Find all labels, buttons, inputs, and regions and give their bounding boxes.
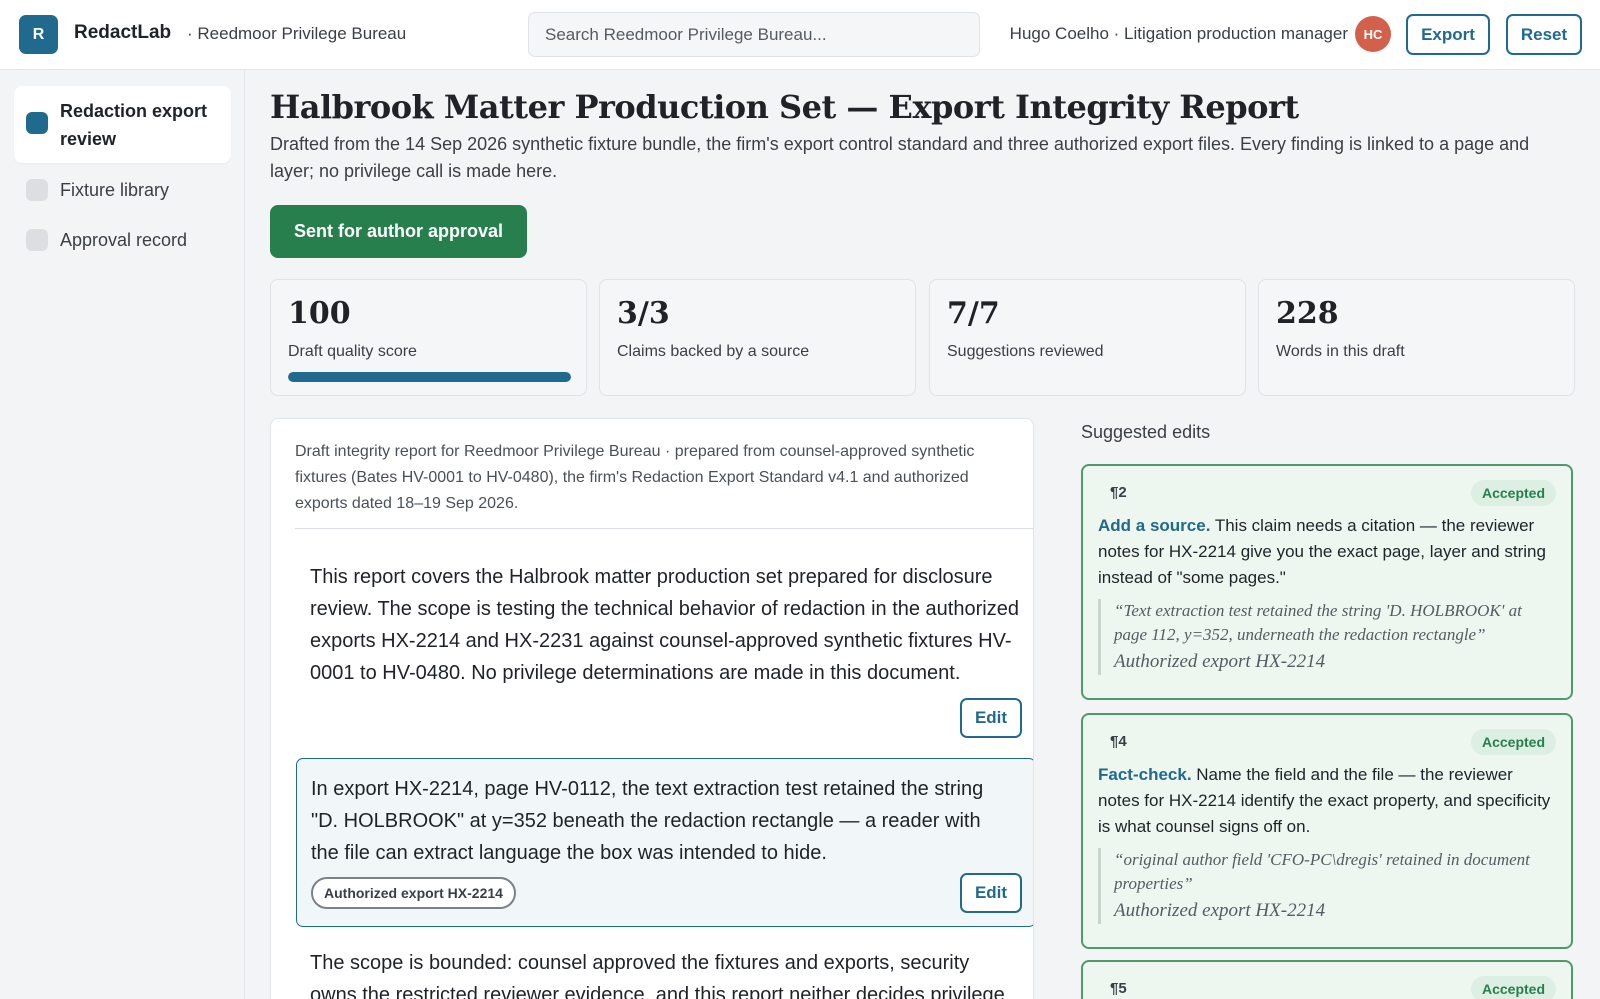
status-badge: Accepted bbox=[1470, 729, 1556, 755]
paragraph[interactable]: The scope is bounded: counsel approved t… bbox=[310, 947, 1020, 999]
quote-text: “original author field 'CFO-PC\dregis' r… bbox=[1114, 850, 1530, 893]
page-description: Drafted from the 14 Sep 2026 synthetic f… bbox=[270, 134, 1530, 181]
stat-label: Claims backed by a source bbox=[617, 343, 810, 360]
stat-value: 7/7 bbox=[947, 296, 1000, 331]
search-input[interactable] bbox=[528, 12, 980, 57]
suggestion-card[interactable]: ¶2 Accepted Add a source. This claim nee… bbox=[1081, 464, 1573, 700]
reset-button[interactable]: Reset bbox=[1506, 14, 1582, 55]
document-intro: Draft integrity report for Reedmoor Priv… bbox=[295, 443, 975, 512]
stat-card-claims: 3/3 Claims backed by a source bbox=[599, 279, 916, 396]
sidebar-item-approval-record[interactable]: Approval record bbox=[14, 222, 231, 258]
paragraph: In export HX-2214, page HV-0112, the tex… bbox=[311, 778, 984, 864]
stat-card-suggestions: 7/7 Suggestions reviewed bbox=[929, 279, 1246, 396]
sidebar-item-label: Redaction export review bbox=[60, 101, 208, 149]
suggestion-body: Fact-check. Name the field and the file … bbox=[1098, 762, 1558, 840]
sidebar: Redaction export review Fixture library … bbox=[0, 70, 245, 999]
stat-card-quality: 100 Draft quality score bbox=[270, 279, 587, 396]
suggestion-kind: Fact-check. bbox=[1098, 765, 1192, 784]
nav-square-icon bbox=[26, 179, 48, 201]
status-badge: Accepted bbox=[1470, 976, 1556, 999]
nav-square-icon bbox=[26, 229, 48, 251]
paragraph[interactable]: This report covers the Halbrook matter p… bbox=[310, 561, 1020, 689]
paragraph-selected[interactable]: In export HX-2214, page HV-0112, the tex… bbox=[296, 758, 1033, 927]
nav-square-icon bbox=[26, 112, 48, 134]
suggestion-kind: Add a source. bbox=[1098, 516, 1211, 535]
page-title: Halbrook Matter Production Set — Export … bbox=[270, 88, 1299, 126]
edit-button[interactable]: Edit bbox=[960, 873, 1022, 913]
stat-label: Draft quality score bbox=[288, 343, 417, 360]
app-name: RedactLab bbox=[74, 22, 172, 43]
stat-value: 100 bbox=[288, 296, 351, 331]
paragraph-ref: ¶4 bbox=[1110, 733, 1127, 750]
status-button[interactable]: Sent for author approval bbox=[270, 205, 527, 258]
stat-label: Suggestions reviewed bbox=[947, 343, 1104, 360]
stat-label: Words in this draft bbox=[1276, 343, 1405, 360]
sidebar-item-fixture-library[interactable]: Fixture library bbox=[14, 172, 231, 208]
status-badge: Accepted bbox=[1470, 480, 1556, 506]
stat-card-words: 228 Words in this draft bbox=[1258, 279, 1575, 396]
stat-value: 228 bbox=[1276, 296, 1339, 331]
suggestions-heading: Suggested edits bbox=[1081, 422, 1211, 442]
stat-value: 3/3 bbox=[617, 296, 670, 331]
avatar[interactable]: HC bbox=[1355, 16, 1391, 52]
quote-text: “Text extraction test retained the strin… bbox=[1114, 601, 1522, 644]
edit-button[interactable]: Edit bbox=[960, 698, 1022, 738]
progress-fill bbox=[288, 372, 571, 382]
user-info: Hugo Coelho · Litigation production mana… bbox=[1009, 24, 1348, 43]
suggestion-card[interactable]: ¶5 Accepted bbox=[1081, 960, 1573, 999]
export-button[interactable]: Export bbox=[1406, 14, 1490, 55]
divider bbox=[295, 528, 1033, 529]
paragraph-ref: ¶5 bbox=[1110, 980, 1127, 997]
paragraph-ref: ¶2 bbox=[1110, 484, 1127, 501]
sidebar-item-label: Approval record bbox=[60, 230, 188, 250]
source-chip[interactable]: Authorized export HX-2214 bbox=[311, 877, 516, 909]
sidebar-item-label: Fixture library bbox=[60, 180, 170, 200]
quote-source: Authorized export HX-2214 bbox=[1114, 900, 1326, 921]
sidebar-item-redaction-export-review[interactable]: Redaction export review bbox=[14, 86, 231, 163]
app-logo: R bbox=[19, 15, 58, 54]
suggestion-body: Add a source. This claim needs a citatio… bbox=[1098, 513, 1558, 591]
evidence-quote: “Text extraction test retained the strin… bbox=[1098, 599, 1558, 675]
document-panel: Draft integrity report for Reedmoor Priv… bbox=[270, 418, 1034, 999]
quote-source: Authorized export HX-2214 bbox=[1114, 651, 1326, 672]
workspace-name: · Reedmoor Privilege Bureau bbox=[187, 24, 407, 43]
top-bar: R RedactLab · Reedmoor Privilege Bureau … bbox=[0, 0, 1600, 70]
evidence-quote: “original author field 'CFO-PC\dregis' r… bbox=[1098, 848, 1558, 924]
suggestion-card[interactable]: ¶4 Accepted Fact-check. Name the field a… bbox=[1081, 713, 1573, 949]
quality-progress-bar bbox=[288, 372, 571, 382]
